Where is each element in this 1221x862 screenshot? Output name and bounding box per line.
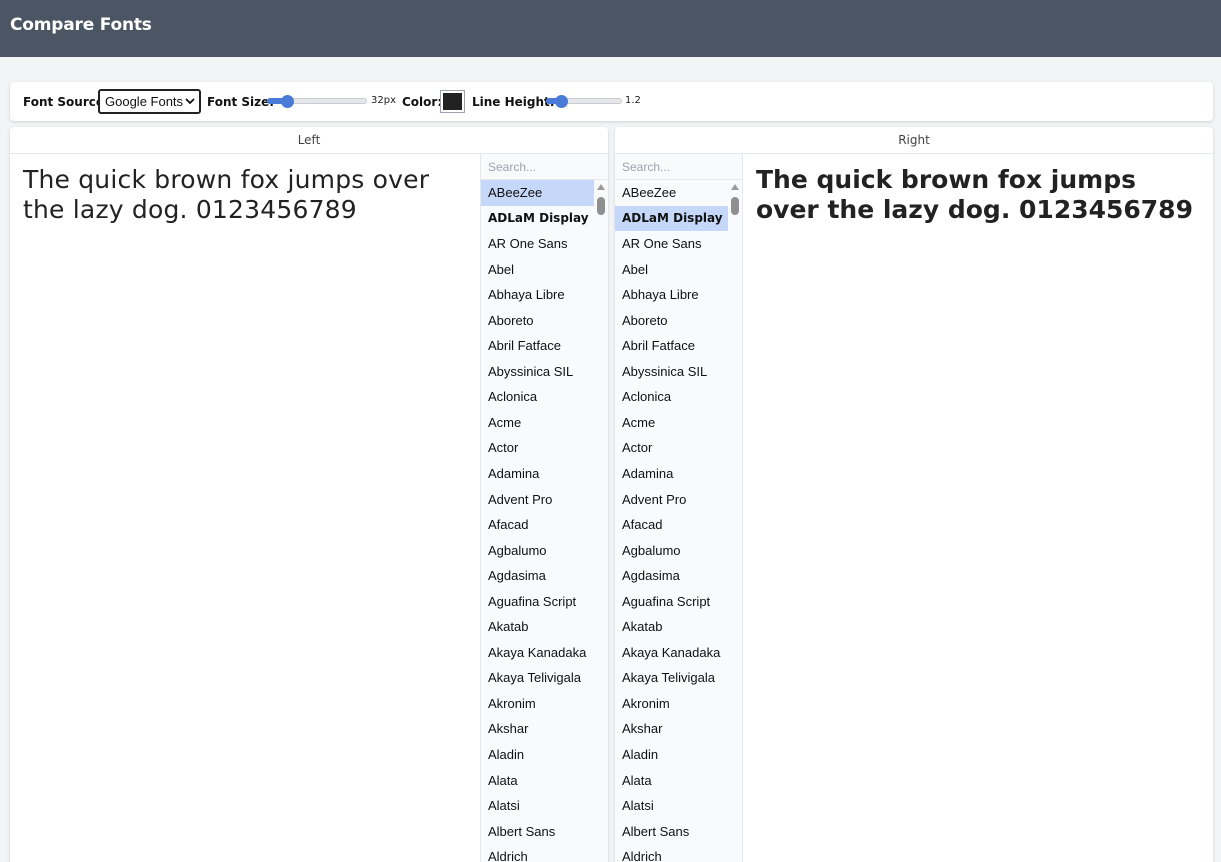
color-picker[interactable] — [440, 90, 465, 113]
left-scrollbar[interactable] — [594, 180, 608, 862]
left-font-item[interactable]: Advent Pro — [481, 487, 595, 513]
right-font-item[interactable]: Alatsi — [615, 793, 729, 819]
right-font-items: ABeeZee ADLaM Display AR One Sans Abel Abhay… — [615, 180, 729, 862]
right-preview-text: The quick brown fox jumps over the lazy … — [756, 165, 1193, 224]
right-font-item[interactable]: Alata — [615, 768, 729, 794]
font-size-thumb[interactable] — [281, 95, 294, 108]
left-panel-header: Left — [10, 127, 608, 154]
left-font-item[interactable]: Abril Fatface — [481, 333, 595, 359]
right-font-item[interactable]: Adamina — [615, 461, 729, 487]
left-font-list: ABeeZeeADLaM DisplayAR One SansAbelAbhay… — [480, 154, 608, 862]
font-size-slider[interactable] — [267, 95, 367, 108]
right-font-item[interactable]: ABeeZee — [615, 180, 729, 206]
right-font-item[interactable]: Akaya Kanadaka — [615, 640, 729, 666]
right-font-item[interactable]: Abel — [615, 257, 729, 283]
right-font-item[interactable]: Acme — [615, 410, 729, 436]
left-font-item[interactable]: Afacad — [481, 512, 595, 538]
left-font-item[interactable]: Acme — [481, 410, 595, 436]
left-scrollbar-thumb[interactable] — [597, 197, 605, 215]
right-font-item[interactable]: Abyssinica SIL — [615, 359, 729, 385]
left-font-item[interactable]: Agbalumo — [481, 538, 595, 564]
left-font-item[interactable]: Albert Sans — [481, 819, 595, 845]
left-font-item[interactable]: Actor — [481, 435, 595, 461]
right-font-item[interactable]: Albert Sans — [615, 819, 729, 845]
right-font-item[interactable]: Agbalumo — [615, 538, 729, 564]
font-source-label: Font Source: — [23, 95, 109, 109]
left-font-item[interactable]: AR One Sans — [481, 231, 595, 257]
left-search-input[interactable] — [481, 154, 608, 180]
left-font-item[interactable]: Aboreto — [481, 308, 595, 334]
toolbar: Font Source: Google Fonts Font Size: 32p… — [10, 82, 1213, 121]
font-size-value: 32px — [371, 95, 396, 106]
left-panel: Left The quick brown fox jumps over the … — [10, 127, 608, 862]
right-font-item[interactable]: Akatab — [615, 614, 729, 640]
app-title: Compare Fonts — [10, 15, 152, 35]
right-panel: Right ABeeZeeADLaM DisplayAR One SansAbe… — [615, 127, 1213, 862]
right-font-item[interactable]: Akaya Telivigala — [615, 665, 729, 691]
font-size-label: Font Size: — [207, 95, 275, 109]
left-preview-text: The quick brown fox jumps over the lazy … — [23, 165, 430, 224]
line-height-label: Line Height: — [472, 95, 555, 109]
right-font-item[interactable]: Aladin — [615, 742, 729, 768]
color-label: Color: — [402, 95, 443, 109]
right-font-item[interactable]: Afacad — [615, 512, 729, 538]
left-font-items: ABeeZee ADLaM Display AR One Sans Abel Abhay… — [481, 180, 595, 862]
left-font-item[interactable]: Alata — [481, 768, 595, 794]
scroll-up-arrow-icon[interactable] — [597, 184, 605, 190]
right-font-item[interactable]: Abril Fatface — [615, 333, 729, 359]
right-panel-header: Right — [615, 127, 1213, 154]
line-height-thumb[interactable] — [555, 95, 569, 108]
left-font-item[interactable]: ABeeZee — [481, 180, 595, 206]
left-font-item[interactable]: Aladin — [481, 742, 595, 768]
left-font-item[interactable]: Akaya Telivigala — [481, 665, 595, 691]
left-font-item[interactable]: Abel — [481, 257, 595, 283]
font-source-value: Google Fonts — [105, 94, 184, 109]
left-font-item[interactable]: Aguafina Script — [481, 589, 595, 615]
right-font-item[interactable]: ADLaM Display — [615, 205, 729, 232]
right-search-input[interactable] — [615, 154, 742, 180]
right-font-item[interactable]: Agdasima — [615, 563, 729, 589]
left-font-item[interactable]: Abhaya Libre — [481, 282, 595, 308]
right-font-item[interactable]: Aclonica — [615, 384, 729, 410]
chevron-down-icon — [185, 98, 195, 105]
color-swatch — [443, 93, 462, 110]
left-font-item[interactable]: Akshar — [481, 716, 595, 742]
right-font-item[interactable]: Akshar — [615, 716, 729, 742]
right-font-item[interactable]: Actor — [615, 435, 729, 461]
right-scrollbar-thumb[interactable] — [731, 197, 739, 215]
right-font-item[interactable]: Aboreto — [615, 308, 729, 334]
left-font-item[interactable]: ADLaM Display — [481, 206, 595, 232]
left-font-item[interactable]: Aldrich — [481, 844, 595, 862]
left-font-item[interactable]: Akronim — [481, 691, 595, 717]
left-font-item[interactable]: Abyssinica SIL — [481, 359, 595, 385]
app-header: Compare Fonts — [0, 0, 1221, 57]
right-font-item[interactable]: Akronim — [615, 691, 729, 717]
left-font-item[interactable]: Alatsi — [481, 793, 595, 819]
left-font-item[interactable]: Akatab — [481, 614, 595, 640]
line-height-slider[interactable] — [546, 95, 622, 108]
right-font-item[interactable]: Abhaya Libre — [615, 282, 729, 308]
left-font-item[interactable]: Akaya Kanadaka — [481, 640, 595, 666]
right-font-item[interactable]: AR One Sans — [615, 231, 729, 257]
left-font-item[interactable]: Aclonica — [481, 384, 595, 410]
line-height-value: 1.2 — [625, 95, 641, 106]
left-font-item[interactable]: Adamina — [481, 461, 595, 487]
right-scrollbar[interactable] — [728, 180, 742, 862]
font-source-select[interactable]: Google Fonts — [98, 89, 201, 114]
scroll-up-arrow-icon[interactable] — [731, 184, 739, 190]
left-font-item[interactable]: Agdasima — [481, 563, 595, 589]
right-font-item[interactable]: Advent Pro — [615, 487, 729, 513]
right-font-item[interactable]: Aldrich — [615, 844, 729, 862]
right-font-list: ABeeZeeADLaM DisplayAR One SansAbelAbhay… — [615, 154, 743, 862]
right-font-item[interactable]: Aguafina Script — [615, 589, 729, 615]
